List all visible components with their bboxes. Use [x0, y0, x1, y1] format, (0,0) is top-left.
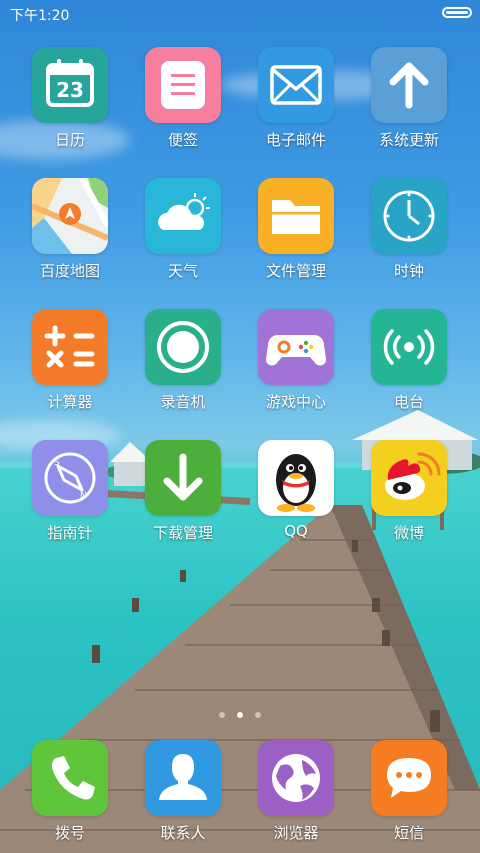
notes-icon [145, 47, 221, 123]
download-icon [145, 440, 221, 516]
folder-icon [258, 178, 334, 254]
app-label: 电子邮件 [265, 131, 326, 149]
gamepad-icon [258, 309, 334, 385]
dock-messages[interactable]: 短信 [359, 740, 459, 843]
app-qq[interactable]: QQ [246, 440, 346, 540]
app-file-manager[interactable]: 文件管理 [246, 178, 346, 281]
app-calendar[interactable]: 23 日历 [20, 47, 120, 150]
map-icon [32, 178, 108, 254]
weather-icon [145, 178, 221, 254]
app-compass[interactable]: SN 指南针 [20, 440, 120, 543]
calendar-icon: 23 [32, 47, 108, 123]
app-label: 联系人 [160, 824, 206, 842]
app-label: 天气 [167, 262, 198, 280]
page-dot[interactable] [219, 712, 225, 718]
app-weibo[interactable]: 微博 [359, 440, 459, 543]
browser-icon [258, 740, 334, 816]
radio-icon [371, 309, 447, 385]
app-recorder[interactable]: 录音机 [133, 309, 233, 412]
clock-icon [371, 178, 447, 254]
app-label: 微博 [393, 524, 424, 542]
app-label: 文件管理 [265, 262, 326, 280]
contacts-icon [145, 740, 221, 816]
status-time: 下午1:20 [10, 8, 70, 24]
page-indicator[interactable] [0, 703, 480, 722]
home-screen: 下午1:20 23 日历 便签 电子邮件 系统更新 百度地图 天气 文件管理 时… [0, 0, 480, 853]
app-label: 浏览器 [273, 824, 319, 842]
battery-icon [442, 7, 472, 18]
dock-phone[interactable]: 拨号 [20, 740, 120, 843]
phone-icon [32, 740, 108, 816]
app-email[interactable]: 电子邮件 [246, 47, 346, 150]
page-dot-active[interactable] [237, 712, 243, 718]
app-label: 计算器 [47, 393, 93, 411]
calculator-icon [32, 309, 108, 385]
app-label: 百度地图 [39, 262, 100, 280]
app-calculator[interactable]: 计算器 [20, 309, 120, 412]
page-dot[interactable] [255, 712, 261, 718]
email-icon [258, 47, 334, 123]
app-label: 时钟 [393, 262, 424, 280]
update-arrow-icon [371, 47, 447, 123]
app-clock[interactable]: 时钟 [359, 178, 459, 281]
dock-contacts[interactable]: 联系人 [133, 740, 233, 843]
calendar-date: 23 [56, 78, 84, 102]
app-label: 指南针 [47, 524, 93, 542]
app-system-update[interactable]: 系统更新 [359, 47, 459, 150]
app-label: 系统更新 [378, 131, 439, 149]
svg-text:N: N [80, 491, 87, 501]
app-download-manager[interactable]: 下载管理 [133, 440, 233, 543]
app-label: 短信 [393, 824, 424, 842]
weibo-icon [371, 440, 447, 516]
app-notes[interactable]: 便签 [133, 47, 233, 150]
app-game-center[interactable]: 游戏中心 [246, 309, 346, 412]
message-icon [371, 740, 447, 816]
app-label: 拨号 [54, 824, 85, 842]
app-label: 游戏中心 [265, 393, 326, 411]
app-label: 日历 [54, 131, 85, 149]
app-baidu-map[interactable]: 百度地图 [20, 178, 120, 281]
app-weather[interactable]: 天气 [133, 178, 233, 281]
compass-icon: SN [32, 440, 108, 516]
recorder-icon [145, 309, 221, 385]
app-radio[interactable]: 电台 [359, 309, 459, 412]
app-label: 便签 [167, 131, 198, 149]
qq-penguin-icon [258, 440, 334, 516]
svg-text:S: S [54, 458, 60, 468]
app-label: QQ [284, 522, 308, 540]
dock-browser[interactable]: 浏览器 [246, 740, 346, 843]
app-label: 录音机 [160, 393, 206, 411]
app-label: 电台 [393, 393, 424, 411]
app-label: 下载管理 [152, 524, 213, 542]
